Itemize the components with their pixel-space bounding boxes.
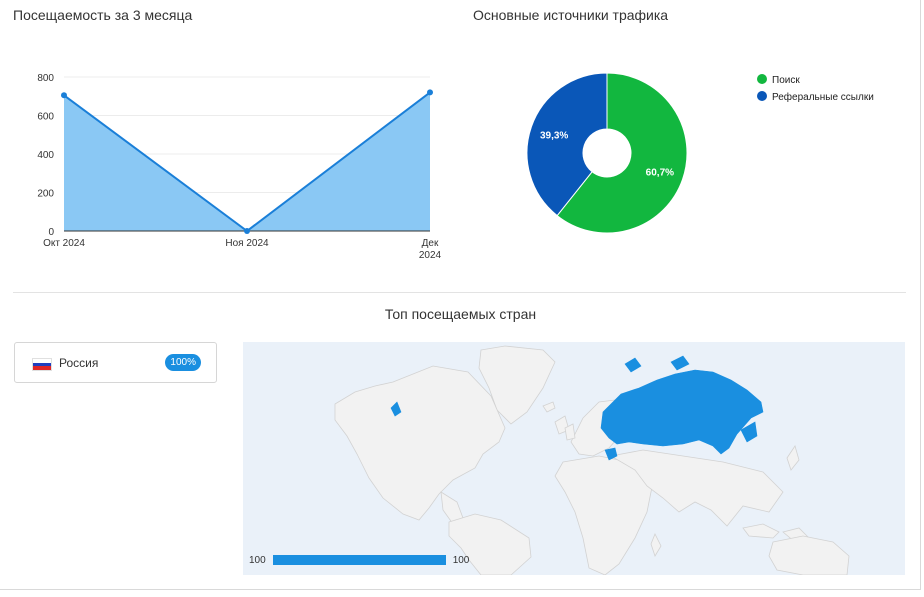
countries-section-title: Топ посещаемых стран [384,306,537,322]
map-scale-bar [272,555,446,565]
legend-swatch-icon [757,74,767,84]
country-item-russia[interactable]: Россия 100% [14,342,217,383]
section-divider [13,292,906,293]
map-color-scale: 100 100 [249,553,469,567]
world-land [334,345,850,575]
traffic-slice-label: 39,3% [540,131,568,142]
world-map-svg [334,345,850,575]
map-scale-max: 100 [452,554,470,566]
legend-label[interactable]: Поиск [772,75,800,86]
russia-flag-icon [32,358,52,371]
country-name: Россия [59,356,99,370]
traffic-legend: Поиск Реферальные ссылки [757,74,874,103]
legend-swatch-icon [757,91,767,101]
traffic-donut-chart: 60,7% 39,3% Поиск Реферальные ссылки [526,72,874,234]
traffic-slice-label: 60,7% [646,167,674,178]
world-map[interactable]: 100 100 [243,342,905,575]
map-scale-min: 100 [249,554,266,566]
country-percent-badge: 100% [165,354,201,371]
legend-label[interactable]: Реферальные ссылки [772,91,874,103]
